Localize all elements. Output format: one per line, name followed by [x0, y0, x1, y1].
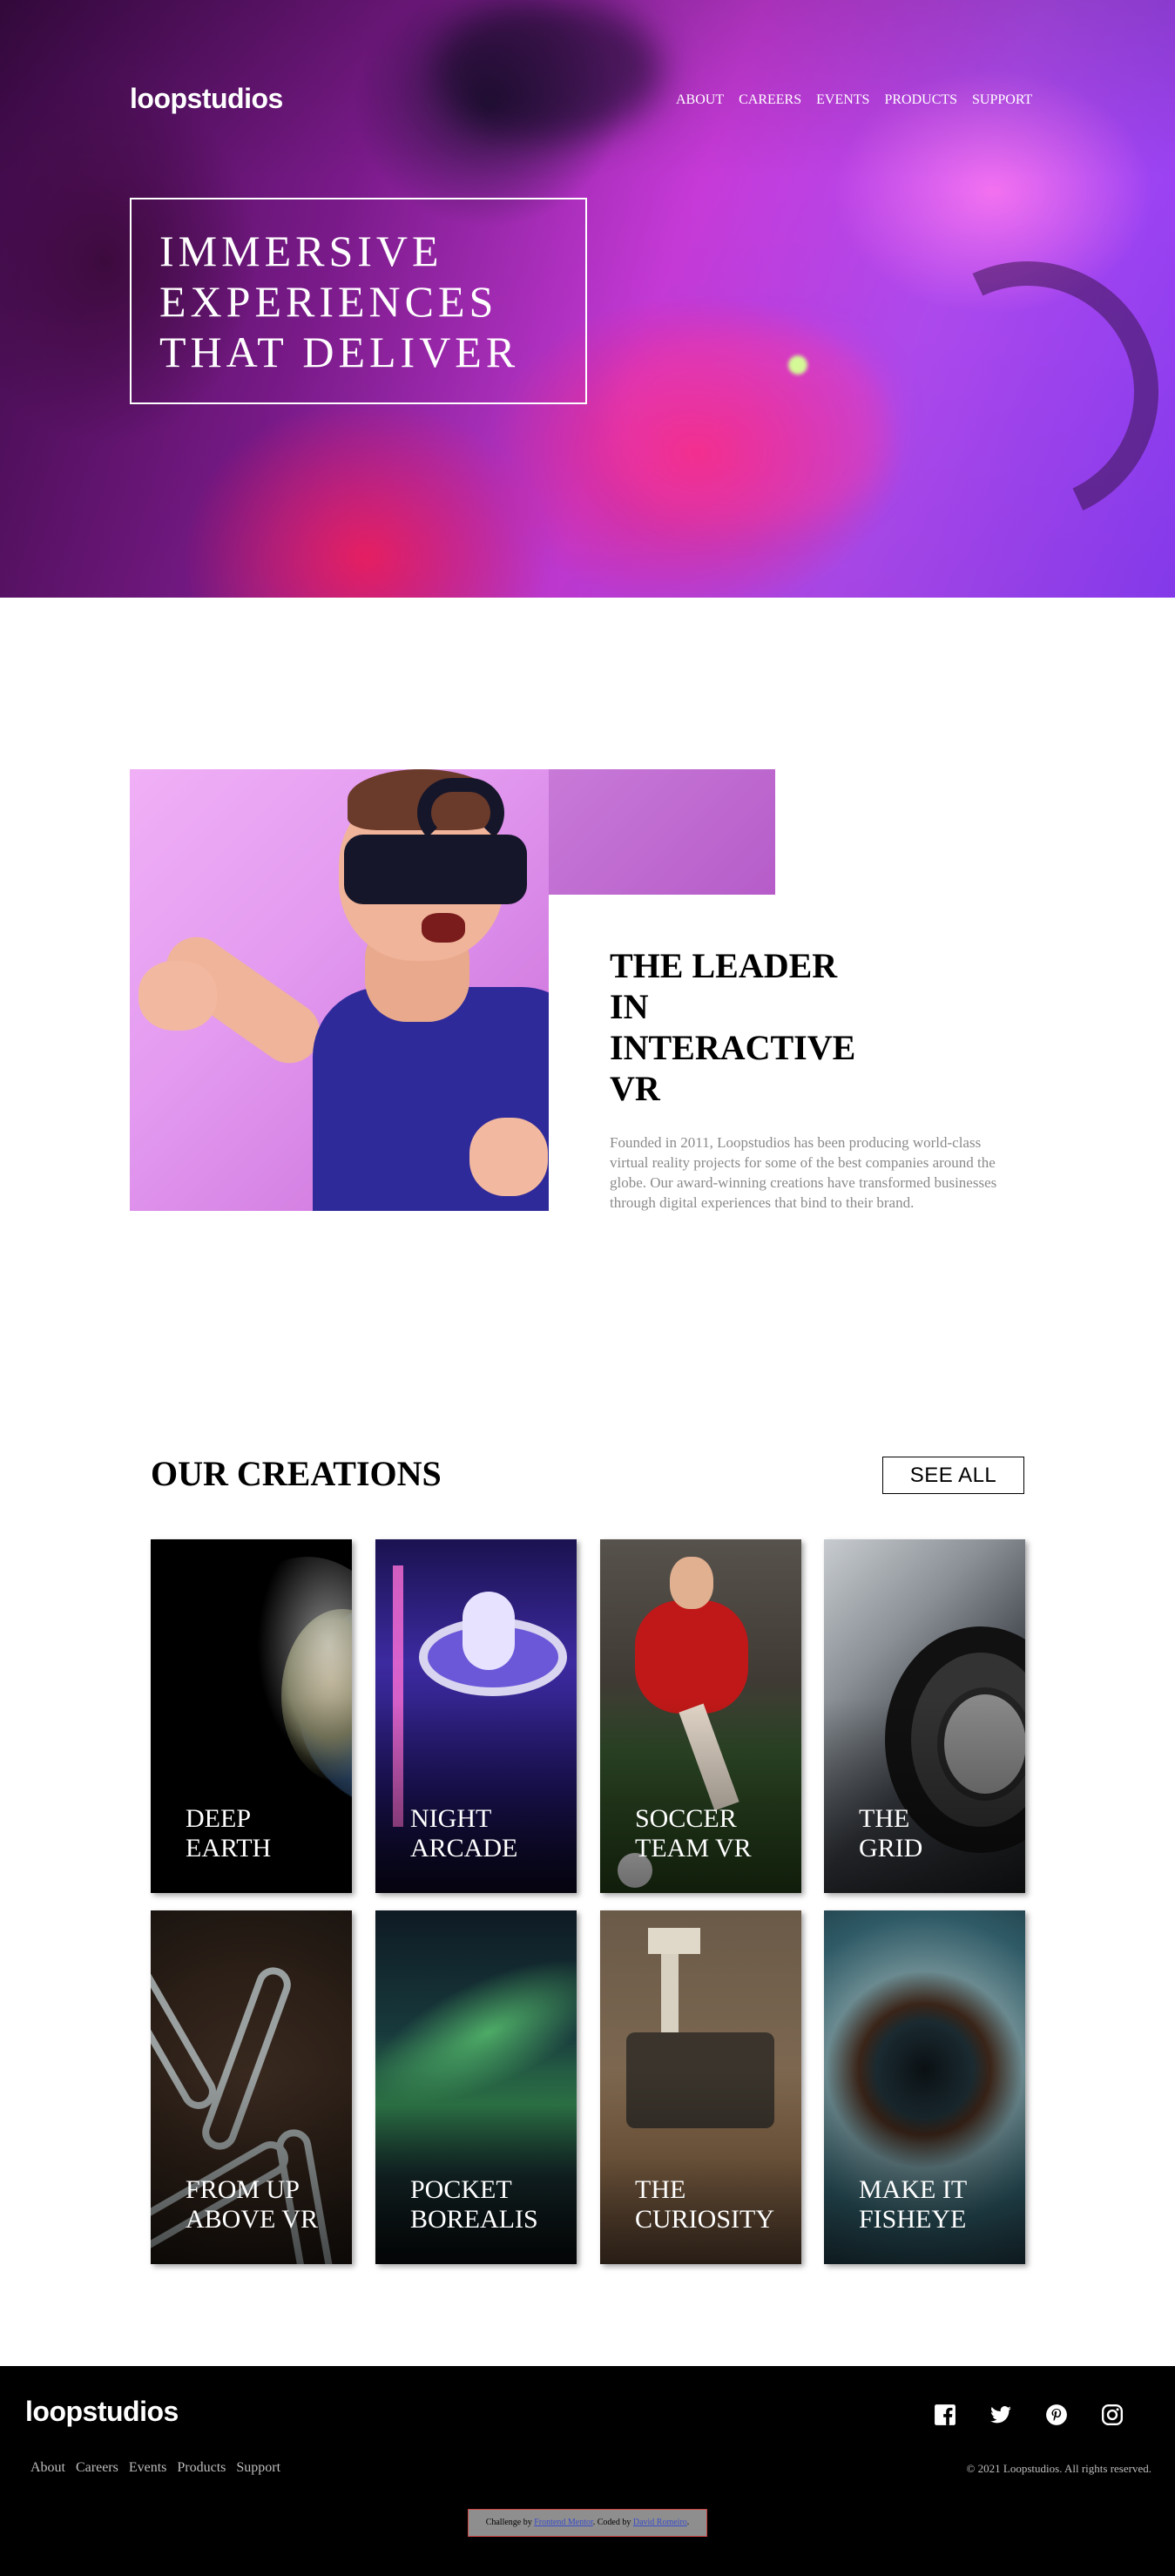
- leader-image-hand: [138, 961, 217, 1031]
- card-label-line-2: CURIOSITY: [635, 2205, 775, 2234]
- creation-card-the-curiosity[interactable]: THE CURIOSITY: [600, 1910, 801, 2264]
- card-label-line-1: POCKET: [410, 2175, 512, 2204]
- attribution-prefix: Challenge by: [485, 2518, 532, 2527]
- creation-card-the-grid[interactable]: THE GRID: [824, 1539, 1025, 1893]
- leader-description: Founded in 2011, Loopstudios has been pr…: [610, 1134, 997, 1211]
- card-label-line-1: THE: [859, 1804, 910, 1833]
- card-label-line-1: FROM UP: [186, 2175, 300, 2204]
- attribution: Challenge by Frontend Mentor. Coded by D…: [468, 2509, 707, 2537]
- twitter-icon[interactable]: [989, 2403, 1013, 2427]
- leader-image-headset: [344, 835, 527, 904]
- card-label-line-1: MAKE IT: [859, 2175, 968, 2204]
- footer-link-about[interactable]: About: [30, 2460, 65, 2476]
- social-links: [933, 2403, 1156, 2427]
- footer-nav: About Careers Events Products Support: [30, 2460, 291, 2476]
- attribution-suffix: .: [686, 2518, 690, 2527]
- leader-image-hand-2: [469, 1118, 548, 1196]
- card-label: MAKE IT FISHEYE: [859, 2175, 1007, 2235]
- card-label-line-2: ARCADE: [410, 1834, 518, 1863]
- nav-link-careers[interactable]: CAREERS: [739, 92, 801, 108]
- card-label-line-2: EARTH: [186, 1834, 272, 1863]
- leader-title-line-2: IN: [610, 987, 649, 1026]
- card-label-line-1: NIGHT: [410, 1804, 492, 1833]
- header-logo[interactable]: loopstudios: [130, 83, 283, 115]
- footer-link-careers[interactable]: Careers: [76, 2460, 118, 2476]
- attribution-middle: . Coded by: [592, 2518, 631, 2527]
- pinterest-icon[interactable]: [1044, 2403, 1069, 2427]
- hero-headline-box: IMMERSIVE EXPERIENCES THAT DELIVER: [130, 198, 587, 404]
- see-all-button[interactable]: SEE ALL: [882, 1457, 1024, 1494]
- leader-title: THE LEADER IN INTERACTIVE VR: [610, 945, 871, 1109]
- hero-section: loopstudios ABOUT CAREERS EVENTS PRODUCT…: [0, 0, 1175, 598]
- creation-card-soccer-team-vr[interactable]: SOCCER TEAM VR: [600, 1539, 801, 1893]
- card-label: THE CURIOSITY: [635, 2175, 783, 2235]
- nav-link-events[interactable]: EVENTS: [816, 92, 869, 108]
- instagram-icon[interactable]: [1100, 2403, 1124, 2427]
- leader-title-line-4: VR: [610, 1069, 660, 1108]
- card-label-line-1: SOCCER: [635, 1804, 737, 1833]
- card-label: FROM UP ABOVE VR: [186, 2175, 334, 2235]
- creation-card-night-arcade[interactable]: NIGHT ARCADE: [375, 1539, 577, 1893]
- footer-link-events[interactable]: Events: [129, 2460, 167, 2476]
- hero-headline-line-3: THAT DELIVER: [159, 328, 520, 376]
- card-label-line-2: FISHEYE: [859, 2205, 967, 2234]
- leader-image-mouth: [422, 913, 465, 943]
- card-label-line-1: THE: [635, 2175, 686, 2204]
- creations-title: OUR CREATIONS: [151, 1454, 442, 1493]
- card-label-line-2: GRID: [859, 1834, 923, 1863]
- author-link[interactable]: David Romeiro: [633, 2518, 687, 2527]
- frontend-mentor-link[interactable]: Frontend Mentor: [534, 2518, 593, 2527]
- card-label: POCKET BOREALIS: [410, 2175, 558, 2235]
- creation-card-from-up-above-vr[interactable]: FROM UP ABOVE VR: [151, 1910, 352, 2264]
- card-label: SOCCER TEAM VR: [635, 1804, 783, 1863]
- hero-headline-line-2: EXPERIENCES: [159, 277, 498, 326]
- creation-card-make-it-fisheye[interactable]: MAKE IT FISHEYE: [824, 1910, 1025, 2264]
- facebook-icon[interactable]: [933, 2403, 957, 2427]
- nav-link-about[interactable]: ABOUT: [676, 92, 724, 108]
- card-label-line-2: TEAM VR: [635, 1834, 752, 1863]
- card-label: NIGHT ARCADE: [410, 1804, 558, 1863]
- footer-logo[interactable]: loopstudios: [25, 2396, 179, 2428]
- copyright-text: © 2021 Loopstudios. All rights reserved.: [966, 2462, 1151, 2475]
- leader-image: [130, 769, 549, 1211]
- footer: loopstudios About Careers Events Product…: [0, 2366, 1175, 2576]
- footer-link-products[interactable]: Products: [177, 2460, 226, 2476]
- nav-link-support[interactable]: SUPPORT: [972, 92, 1032, 108]
- card-label-line-2: ABOVE VR: [186, 2205, 318, 2234]
- card-label-line-2: BOREALIS: [410, 2205, 538, 2234]
- card-label-line-1: DEEP: [186, 1804, 251, 1833]
- creation-card-pocket-borealis[interactable]: POCKET BOREALIS: [375, 1910, 577, 2264]
- leader-title-line-3: INTERACTIVE: [610, 1028, 856, 1067]
- leader-image-extension: [549, 769, 775, 895]
- card-label: THE GRID: [859, 1804, 1007, 1863]
- hero-headline-line-1: IMMERSIVE: [159, 226, 443, 275]
- card-label: DEEP EARTH: [186, 1804, 334, 1863]
- creation-card-deep-earth[interactable]: DEEP EARTH: [151, 1539, 352, 1893]
- nav-link-products[interactable]: PRODUCTS: [884, 92, 957, 108]
- main-nav: ABOUT CAREERS EVENTS PRODUCTS SUPPORT: [676, 92, 1047, 108]
- leader-title-line-1: THE LEADER: [610, 946, 838, 985]
- footer-link-support[interactable]: Support: [236, 2460, 280, 2476]
